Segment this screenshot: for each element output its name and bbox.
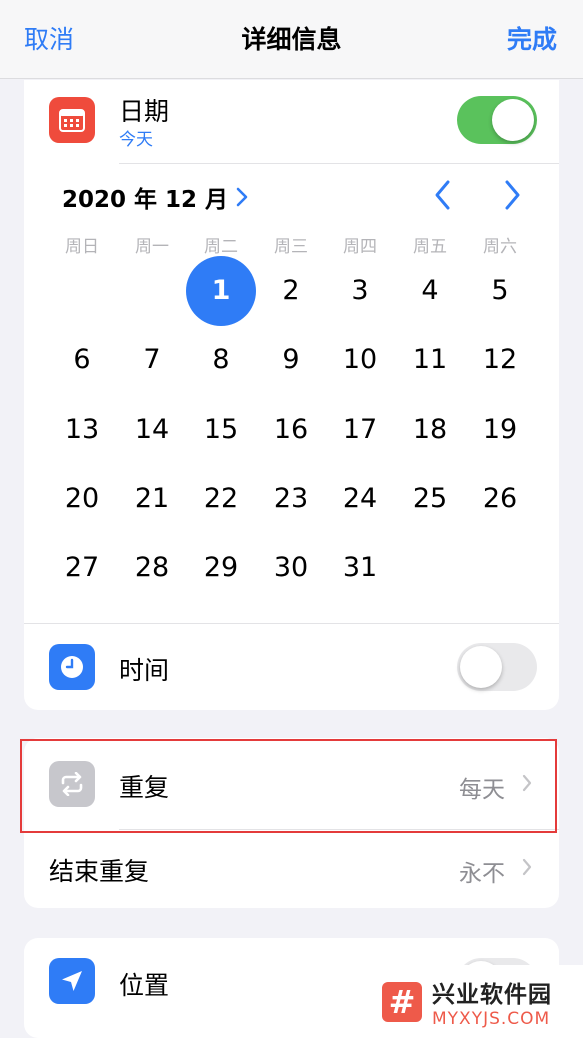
divider: [24, 623, 559, 624]
end-repeat-label: 结束重复: [49, 857, 150, 886]
calendar-icon: [49, 97, 95, 143]
weekday-label: 周三: [274, 237, 308, 257]
watermark-title: 兴业软件园: [432, 981, 552, 1008]
previous-month-button[interactable]: [428, 178, 458, 212]
chevron-right-icon: [522, 858, 532, 876]
calendar-day[interactable]: 14: [117, 395, 187, 465]
date-card: 日期 今天 2020 年 12 月 周日 周一 周二 周三 周四 周五 周六 1234567…: [24, 80, 559, 710]
calendar-day[interactable]: 30: [256, 533, 326, 603]
watermark-logo: #: [382, 981, 422, 1022]
chevron-right-icon: [236, 187, 248, 207]
watermark-url: MYXYJS.COM: [432, 1008, 551, 1029]
calendar-day[interactable]: 29: [186, 533, 256, 603]
clock-icon: [49, 644, 95, 690]
calendar-day[interactable]: 6: [47, 325, 117, 395]
calendar-day[interactable]: 19: [465, 395, 535, 465]
weekday-label: 周六: [483, 237, 517, 257]
month-year-picker[interactable]: 2020 年 12 月: [62, 180, 248, 214]
end-repeat-value: 永不: [459, 861, 505, 887]
calendar-day[interactable]: 31: [325, 533, 395, 603]
time-toggle[interactable]: [457, 643, 537, 691]
calendar-day[interactable]: 12: [465, 325, 535, 395]
calendar-day[interactable]: 10: [325, 325, 395, 395]
calendar-day[interactable]: 2: [256, 256, 326, 326]
calendar-day[interactable]: 9: [256, 325, 326, 395]
calendar-day[interactable]: 22: [186, 464, 256, 534]
next-month-button[interactable]: [497, 178, 527, 212]
calendar-day[interactable]: 21: [117, 464, 187, 534]
highlight-frame: [20, 739, 557, 833]
location-label: 位置: [119, 971, 170, 1000]
calendar-day[interactable]: 20: [47, 464, 117, 534]
calendar-day[interactable]: 18: [395, 395, 465, 465]
location-arrow-icon: [49, 958, 95, 1004]
navigation-bar: 取消 详细信息 完成: [0, 0, 583, 79]
done-button[interactable]: 完成: [507, 20, 557, 56]
time-label: 时间: [119, 656, 170, 685]
weekday-label: 周五: [413, 237, 447, 257]
calendar-day[interactable]: 23: [256, 464, 326, 534]
weekday-label: 周一: [135, 237, 169, 257]
date-label: 日期: [119, 97, 170, 126]
divider: [119, 163, 559, 164]
calendar-day-selected[interactable]: 1: [186, 256, 256, 326]
weekday-label: 周日: [65, 237, 99, 257]
calendar-day[interactable]: 24: [325, 464, 395, 534]
page-title: 详细信息: [241, 25, 342, 54]
weekday-label: 周二: [204, 237, 238, 257]
date-toggle[interactable]: [457, 96, 537, 144]
calendar-day[interactable]: 27: [47, 533, 117, 603]
calendar-day[interactable]: 13: [47, 395, 117, 465]
weekday-label: 周四: [343, 237, 377, 257]
calendar-day[interactable]: 16: [256, 395, 326, 465]
end-repeat-row[interactable]: 结束重复 永不: [24, 830, 559, 908]
calendar-day[interactable]: 25: [395, 464, 465, 534]
calendar-day[interactable]: 26: [465, 464, 535, 534]
month-year-label: 2020 年 12 月: [62, 187, 229, 213]
calendar-day[interactable]: 8: [186, 325, 256, 395]
calendar-day[interactable]: 5: [465, 256, 535, 326]
calendar-day[interactable]: 3: [325, 256, 395, 326]
watermark: # 兴业软件园 MYXYJS.COM: [368, 965, 583, 1038]
date-sub-label: 今天: [119, 130, 153, 150]
calendar-day[interactable]: 15: [186, 395, 256, 465]
calendar-day[interactable]: 4: [395, 256, 465, 326]
calendar-day[interactable]: 17: [325, 395, 395, 465]
calendar-day[interactable]: 7: [117, 325, 187, 395]
calendar-day[interactable]: 11: [395, 325, 465, 395]
calendar-day[interactable]: 28: [117, 533, 187, 603]
